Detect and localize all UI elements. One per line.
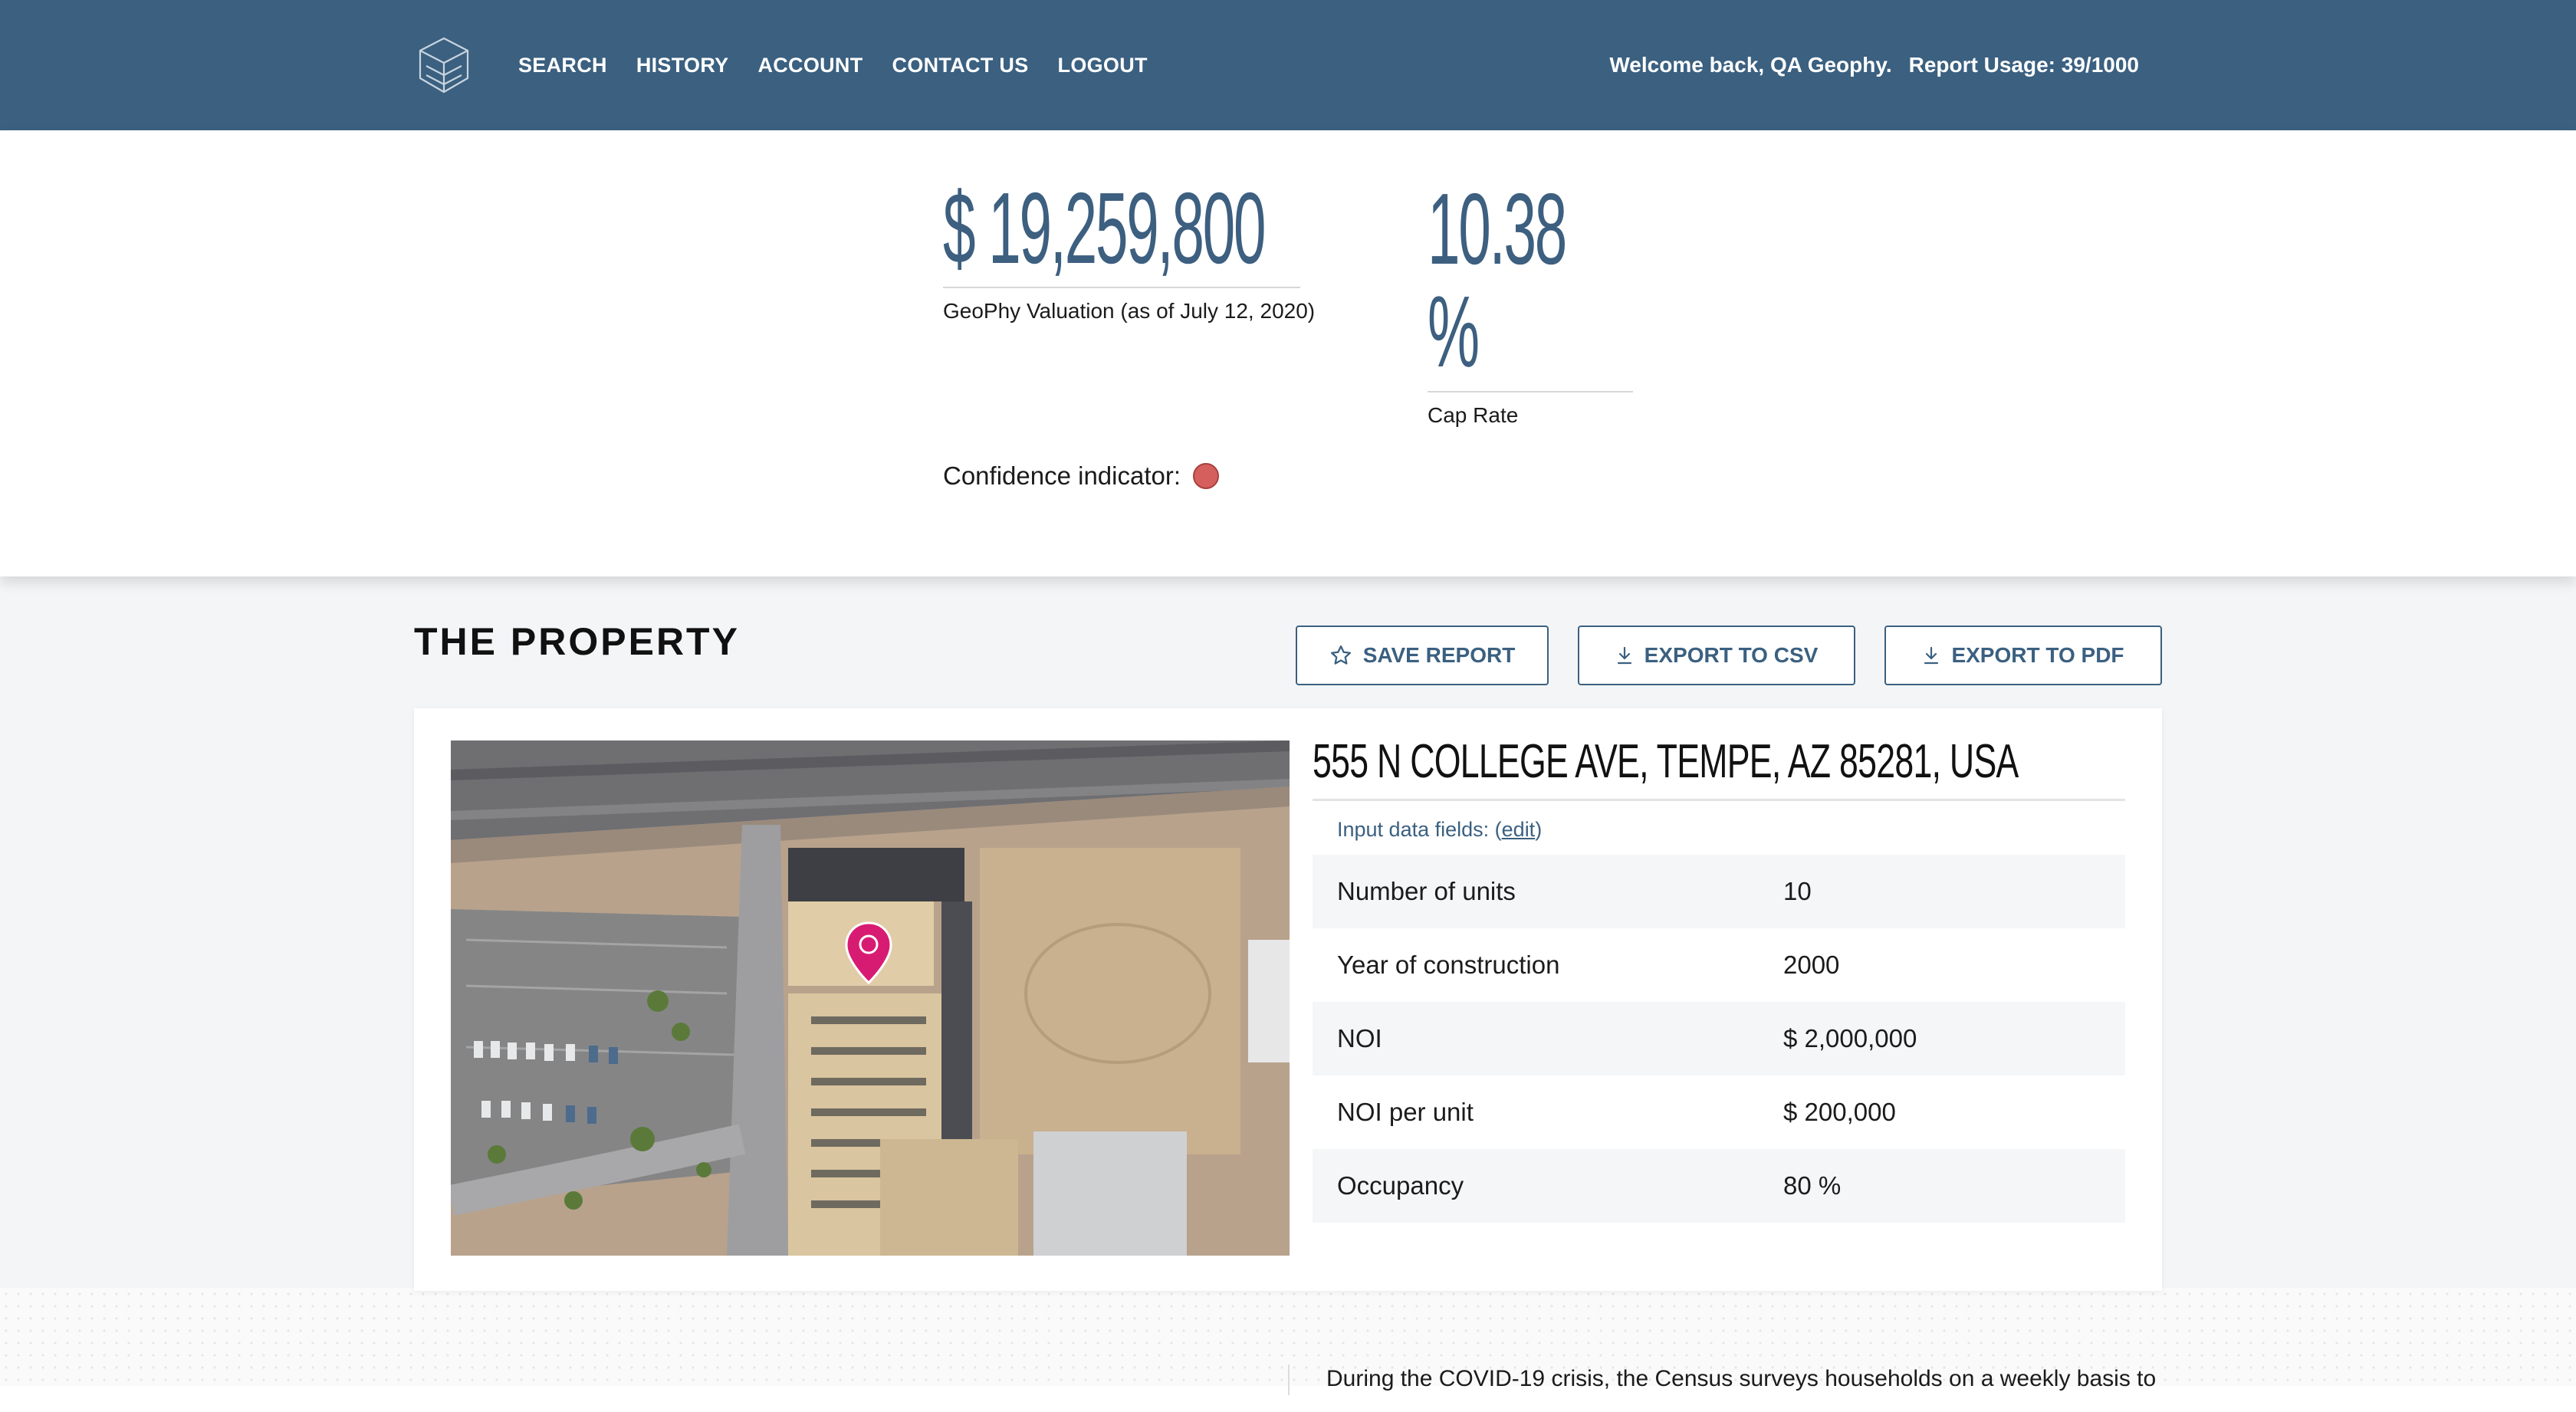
export-csv-button[interactable]: EXPORT TO CSV xyxy=(1578,626,1855,685)
field-label: Year of construction xyxy=(1337,951,1560,980)
export-pdf-label: EXPORT TO PDF xyxy=(1951,643,2124,667)
input-data-fields: Input data fields: (edit) xyxy=(1337,818,1543,842)
text-divider xyxy=(1288,1364,1290,1395)
nav-search[interactable]: SEARCH xyxy=(518,54,607,77)
field-label: NOI per unit xyxy=(1337,1098,1474,1127)
satellite-image xyxy=(451,740,1290,1256)
field-value: 2000 xyxy=(1783,951,1840,980)
top-navigation-bar: SEARCH HISTORY ACCOUNT CONTACT US LOGOUT… xyxy=(0,0,2576,130)
field-row-noi: NOI $ 2,000,000 xyxy=(1313,1002,2125,1076)
export-csv-label: EXPORT TO CSV xyxy=(1644,643,1819,667)
field-row-occupancy: Occupancy 80 % xyxy=(1313,1149,2125,1223)
save-report-label: SAVE REPORT xyxy=(1362,643,1516,667)
field-label: Occupancy xyxy=(1337,1171,1464,1200)
export-pdf-button[interactable]: EXPORT TO PDF xyxy=(1884,626,2162,685)
field-label: Number of units xyxy=(1337,877,1516,906)
property-card: 555 N COLLEGE AVE, TEMPE, AZ 85281, USA … xyxy=(414,708,2162,1291)
edit-link[interactable]: edit xyxy=(1502,818,1536,841)
cap-rate-block: 10.38 % Cap Rate xyxy=(1428,178,1633,428)
field-value: 10 xyxy=(1783,877,1812,906)
nav-contact-us[interactable]: CONTACT US xyxy=(892,54,1029,77)
geophy-logo-icon[interactable] xyxy=(414,35,474,95)
field-row-units: Number of units 10 xyxy=(1313,855,2125,929)
cap-rate-label: Cap Rate xyxy=(1428,403,1519,427)
property-details: 555 N COLLEGE AVE, TEMPE, AZ 85281, USA … xyxy=(1313,735,2125,1223)
valuation-panel: $ 19,259,800 GeoPhy Valuation (as of Jul… xyxy=(0,130,2576,576)
download-icon xyxy=(1617,646,1631,665)
field-value: $ 2,000,000 xyxy=(1783,1024,1917,1053)
cap-rate-value: 10.38 xyxy=(1428,172,1567,285)
nav-logout[interactable]: LOGOUT xyxy=(1058,54,1148,77)
welcome-text: Welcome back, QA Geophy. xyxy=(1609,53,1892,77)
field-value: $ 200,000 xyxy=(1783,1098,1896,1127)
user-status: Welcome back, QA Geophy. Report Usage: 3… xyxy=(1609,0,2139,130)
cap-rate-unit: % xyxy=(1428,275,1480,388)
confidence-indicator: Confidence indicator: xyxy=(943,461,1220,491)
section-title: THE PROPERTY xyxy=(414,620,740,663)
nav-history[interactable]: HISTORY xyxy=(636,54,729,77)
cap-rate-divider xyxy=(1428,391,1633,392)
nav-account[interactable]: ACCOUNT xyxy=(757,54,863,77)
input-fields-label: Input data fields: xyxy=(1337,818,1490,842)
valuation-amount: $ 19,259,800 xyxy=(943,172,1267,284)
valuation-divider xyxy=(943,287,1300,288)
field-label: NOI xyxy=(1337,1024,1382,1053)
star-icon xyxy=(1330,645,1351,665)
field-row-year: Year of construction 2000 xyxy=(1313,928,2125,1002)
main-nav: SEARCH HISTORY ACCOUNT CONTACT US LOGOUT xyxy=(518,0,1177,130)
confidence-dot xyxy=(1193,463,1220,489)
property-address: 555 N COLLEGE AVE, TEMPE, AZ 85281, USA xyxy=(1313,735,2019,788)
aerial-map[interactable] xyxy=(451,740,1290,1256)
report-usage: Report Usage: 39/1000 xyxy=(1908,53,2139,77)
covid-note: During the COVID-19 crisis, the Census s… xyxy=(1326,1366,2157,1391)
field-value: 80 % xyxy=(1783,1171,1842,1200)
valuation-block: $ 19,259,800 GeoPhy Valuation (as of Jul… xyxy=(943,172,1316,323)
valuation-caption: GeoPhy Valuation (as of July 12, 2020) xyxy=(943,299,1316,323)
save-report-button[interactable]: SAVE REPORT xyxy=(1296,626,1549,685)
field-row-noi-per-unit: NOI per unit $ 200,000 xyxy=(1313,1075,2125,1149)
download-icon xyxy=(1924,646,1939,665)
confidence-label: Confidence indicator: xyxy=(943,461,1181,490)
